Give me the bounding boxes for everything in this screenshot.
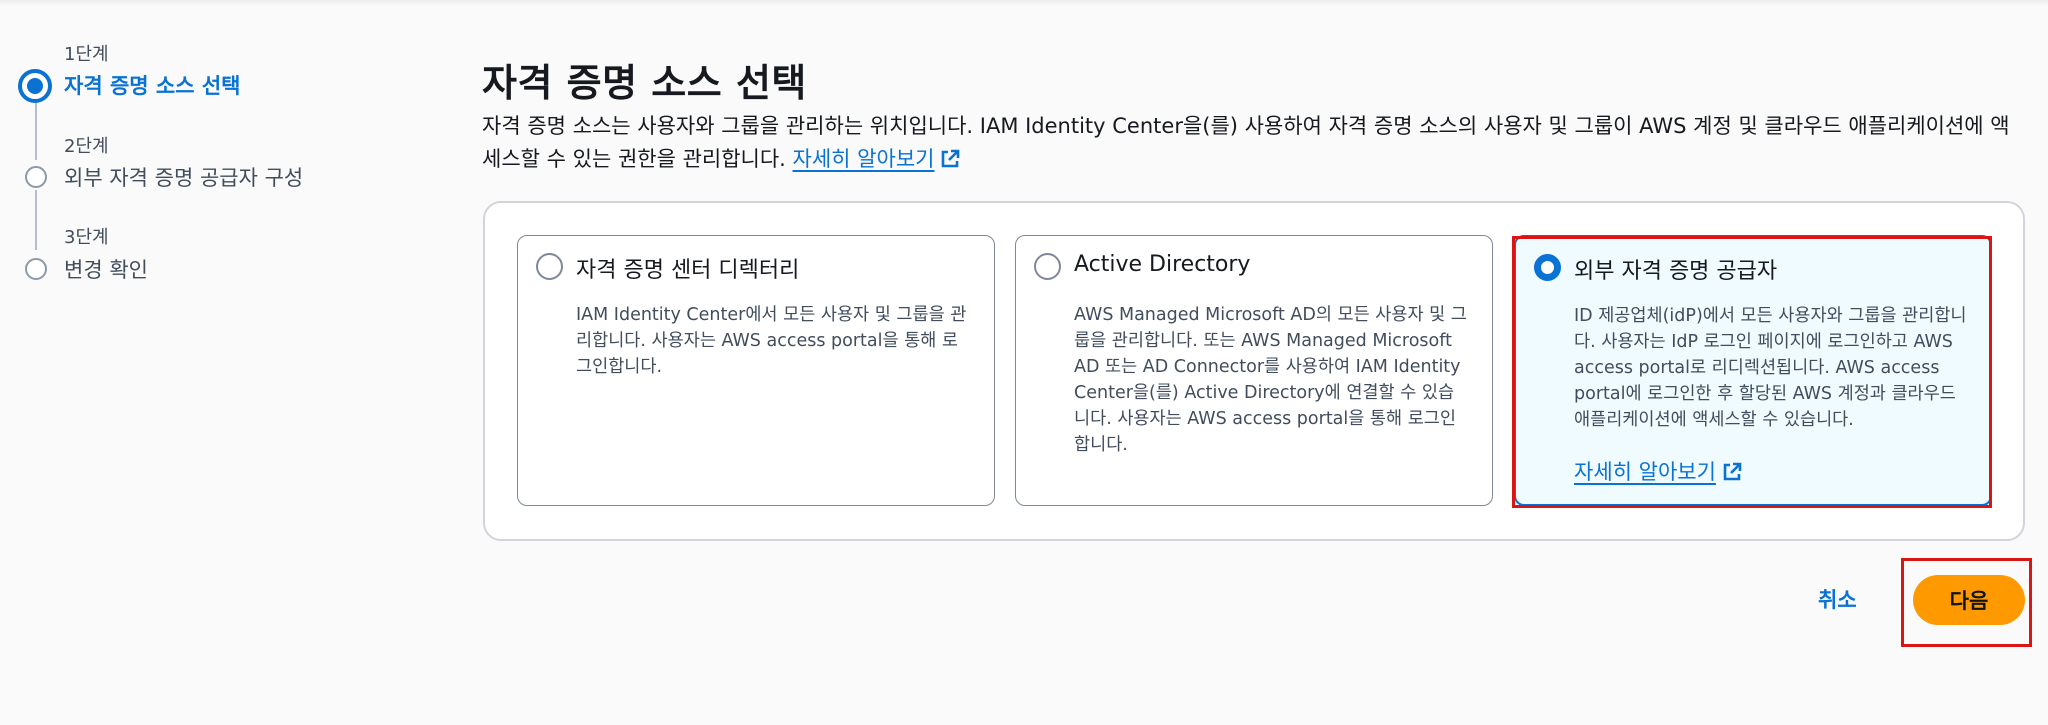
step-1-indicator bbox=[18, 69, 52, 103]
highlight-box bbox=[1512, 236, 1992, 508]
option-description: IAM Identity Center에서 모든 사용자 및 그룹을 관리합니다… bbox=[576, 305, 967, 377]
page-description: 자격 증명 소스는 사용자와 그룹을 관리하는 위치입니다. IAM Ident… bbox=[482, 110, 2027, 179]
page-description-text: 자격 증명 소스는 사용자와 그룹을 관리하는 위치입니다. IAM Ident… bbox=[482, 114, 2010, 171]
step-2-number: 2단계 bbox=[64, 136, 109, 157]
option-title: 자격 증명 센터 디렉터리 bbox=[576, 258, 800, 283]
top-shadow bbox=[0, 0, 2048, 6]
radio-button[interactable] bbox=[1034, 253, 1061, 280]
step-1-title[interactable]: 자격 증명 소스 선택 bbox=[64, 70, 241, 100]
external-link-icon bbox=[940, 146, 960, 179]
step-connector bbox=[35, 190, 37, 250]
cancel-button[interactable]: 취소 bbox=[1818, 584, 1857, 614]
option-description: AWS Managed Microsoft AD의 모든 사용자 및 그룹을 관… bbox=[1074, 305, 1467, 455]
learn-more-link[interactable]: 자세히 알아보기 bbox=[793, 147, 935, 171]
step-3-indicator bbox=[25, 258, 47, 280]
option-identity-center-directory[interactable]: 자격 증명 센터 디렉터리 IAM Identity Center에서 모든 사… bbox=[517, 235, 995, 506]
highlight-box bbox=[1901, 558, 2032, 647]
step-2-title: 외부 자격 증명 공급자 구성 bbox=[64, 166, 304, 190]
step-1-number: 1단계 bbox=[64, 44, 109, 65]
step-3-number: 3단계 bbox=[64, 227, 109, 248]
option-active-directory[interactable]: Active Directory AWS Managed Microsoft A… bbox=[1015, 235, 1493, 506]
radio-button[interactable] bbox=[536, 253, 563, 280]
page-title: 자격 증명 소스 선택 bbox=[482, 61, 807, 105]
step-2-indicator bbox=[25, 166, 47, 188]
option-title: Active Directory bbox=[1074, 252, 1251, 277]
step-3-title: 변경 확인 bbox=[64, 258, 148, 282]
step-connector bbox=[35, 100, 37, 160]
